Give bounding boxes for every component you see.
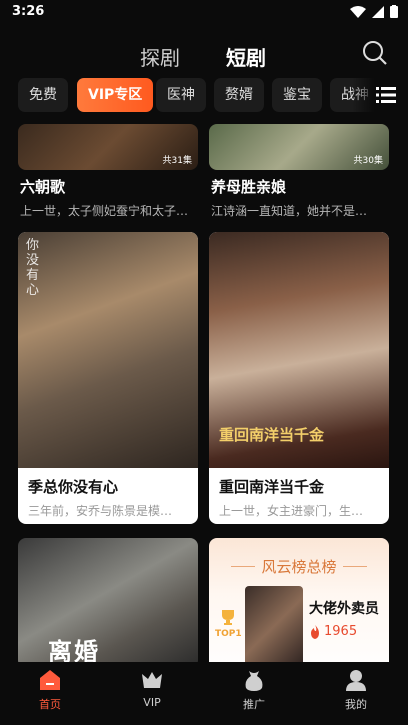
drama-card[interactable]: 重回南洋当千金 重回南洋当千金 上一世，女主进豪门，生… — [209, 232, 389, 524]
tab-home[interactable]: 首页 — [20, 668, 80, 712]
ranking-poster — [245, 586, 303, 662]
wifi-icon — [350, 5, 366, 18]
poster-title-art: 你没有心 — [26, 238, 40, 298]
status-time: 3:26 — [12, 4, 45, 19]
chip-free[interactable]: 免费 — [18, 78, 68, 112]
drama-title: 重回南洋当千金 — [219, 478, 325, 496]
tab-promote-label: 推广 — [243, 698, 265, 711]
heat-value: 1965 — [324, 624, 358, 639]
drama-poster: 共31集 — [18, 124, 198, 170]
chip-jianbao[interactable]: 鉴宝 — [272, 78, 322, 112]
drama-card[interactable]: 离婚 — [18, 538, 198, 662]
drama-card[interactable]: 共31集 六朝歌 上一世，太子侧妃蚕宁和太子… — [18, 124, 198, 224]
tab-mine[interactable]: 我的 — [326, 668, 386, 712]
crown-icon — [142, 672, 162, 688]
drama-desc: 三年前，安乔与陈景是模… — [28, 504, 173, 518]
tab-tanju[interactable]: 探剧 — [140, 42, 180, 71]
home-icon — [40, 670, 60, 690]
poster-title-art: 离婚 — [48, 638, 100, 662]
menu-icon[interactable] — [376, 87, 396, 103]
battery-icon — [390, 5, 398, 18]
drama-title: 季总你没有心 — [28, 478, 119, 496]
bottom-tab-bar: 首页 VIP 推广 我的 — [0, 662, 408, 725]
trophy-icon — [222, 610, 235, 625]
top-navigation: 探剧 短剧 — [0, 38, 408, 72]
ranking-heat: 1965 — [309, 624, 357, 639]
status-bar: 3:26 — [0, 0, 408, 24]
ranking-card[interactable]: 风云榜总榜 TOP1 大佬外卖员 1965 — [209, 538, 389, 662]
drama-card[interactable]: 你没有心 季总你没有心 三年前，安乔与陈景是模… — [18, 232, 198, 524]
drama-poster: 共30集 — [209, 124, 389, 170]
bag-icon — [245, 671, 263, 691]
category-chips: 免费 VIP专区 医神 赘婿 鉴宝 战神 — [0, 78, 408, 114]
chip-vip[interactable]: VIP专区 — [77, 78, 154, 112]
signal-icon — [372, 5, 384, 18]
ranking-divider — [343, 566, 367, 567]
search-icon[interactable] — [362, 40, 388, 66]
episode-count: 共31集 — [162, 156, 192, 166]
chip-zhuixu[interactable]: 赘婿 — [214, 78, 264, 112]
tab-home-label: 首页 — [39, 698, 61, 711]
tab-duanju[interactable]: 短剧 — [226, 42, 266, 71]
drama-desc: 上一世，太子侧妃蚕宁和太子… — [20, 204, 189, 218]
top1-badge: TOP1 — [215, 608, 242, 639]
drama-desc: 上一世，女主进豪门，生… — [219, 504, 364, 518]
drama-desc: 江诗涵一直知道，她并不是… — [211, 204, 368, 218]
drama-poster: 你没有心 — [18, 232, 198, 468]
tab-promote[interactable]: 推广 — [224, 668, 284, 712]
tab-mine-label: 我的 — [345, 698, 367, 711]
drama-title: 六朝歌 — [20, 178, 66, 196]
drama-card[interactable]: 共30集 养母胜亲娘 江诗涵一直知道，她并不是… — [209, 124, 389, 224]
poster-title-art: 重回南洋当千金 — [219, 426, 325, 444]
drama-feed[interactable]: 共31集 六朝歌 上一世，太子侧妃蚕宁和太子… 共30集 养母胜亲娘 江诗涵一直… — [0, 124, 408, 662]
drama-title: 养母胜亲娘 — [211, 178, 287, 196]
top1-label: TOP1 — [215, 629, 242, 639]
user-icon — [346, 670, 366, 691]
status-icons — [350, 5, 398, 18]
episode-count: 共30集 — [353, 156, 383, 166]
tab-vip[interactable]: VIP — [122, 668, 182, 709]
ranking-drama-name: 大佬外卖员 — [309, 601, 379, 617]
drama-poster: 重回南洋当千金 — [209, 232, 389, 468]
fire-icon — [311, 624, 319, 639]
tab-vip-label: VIP — [143, 696, 161, 709]
chip-yishen[interactable]: 医神 — [156, 78, 206, 112]
